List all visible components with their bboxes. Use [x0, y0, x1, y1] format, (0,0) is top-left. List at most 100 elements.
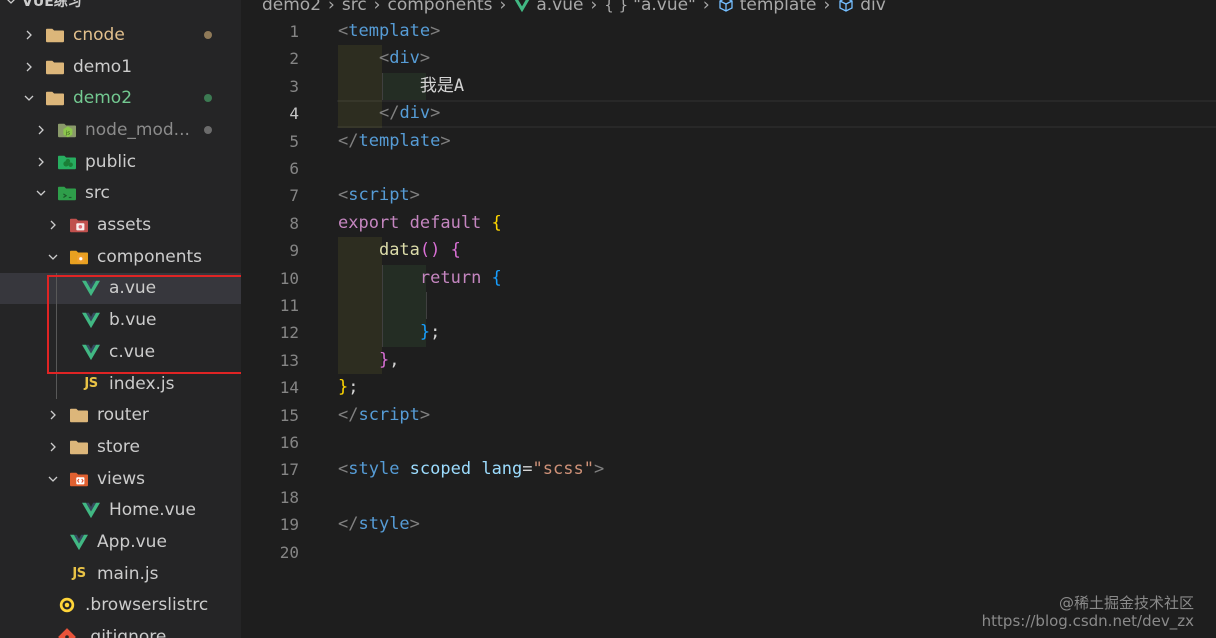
chevron-right-icon[interactable] — [46, 218, 60, 232]
code-token: script — [348, 185, 410, 206]
code-token: } — [378, 349, 390, 370]
breadcrumb-item[interactable]: a.vue — [513, 0, 583, 15]
git-status-dot — [204, 31, 212, 39]
tree-item[interactable]: public — [0, 146, 241, 178]
components-folder-icon — [68, 247, 90, 267]
js-file-icon: JS — [84, 376, 98, 392]
views-folder-icon — [68, 469, 90, 489]
code-token: 我是A — [338, 75, 465, 96]
code-line[interactable]: </template> — [338, 128, 451, 155]
code-line[interactable]: </script> — [338, 402, 430, 429]
breadcrumb-item[interactable]: div — [837, 0, 886, 15]
code-line[interactable]: 我是A — [338, 73, 464, 100]
code-line[interactable]: }; — [338, 374, 359, 401]
code-line[interactable]: </style> — [338, 511, 420, 538]
line-number: 9 — [289, 241, 299, 261]
code-token: > — [440, 130, 451, 151]
chevron-right-icon: › — [702, 0, 710, 15]
tree-item[interactable]: App.vue — [0, 526, 241, 558]
chevron-right-icon: › — [499, 0, 507, 15]
tree-item[interactable]: src — [0, 178, 241, 210]
breadcrumb-item[interactable]: src — [342, 0, 367, 15]
line-number: 11 — [279, 296, 299, 315]
chevron-down-icon[interactable] — [46, 472, 60, 486]
tree-item-label: App.vue — [97, 532, 167, 553]
annotation-highlight-box — [47, 275, 241, 374]
breadcrumb-item[interactable]: template — [717, 0, 816, 15]
line-number: 18 — [279, 487, 299, 507]
assets-folder-icon — [68, 215, 90, 235]
code-line[interactable]: <style scoped lang="scss"> — [338, 456, 604, 483]
git-file-icon — [56, 627, 78, 638]
cube-icon — [717, 0, 735, 14]
tree-item[interactable]: demo2 — [0, 82, 241, 114]
code-token: } — [338, 377, 349, 398]
code-token: lang — [481, 459, 523, 480]
code-token: </ — [338, 130, 359, 151]
chevron-down-icon[interactable] — [22, 91, 36, 105]
tree-item[interactable]: cnode — [0, 19, 241, 51]
chevron-right-icon[interactable] — [46, 408, 60, 422]
tree-item[interactable]: Home.vue — [0, 495, 241, 527]
tree-item[interactable]: .browserslistrc — [0, 590, 241, 622]
breadcrumb-item-label: a.vue — [536, 0, 584, 15]
code-token: div — [399, 103, 431, 124]
code-editor[interactable]: 1 2 3 4 5 6 7 8 9 10 11 12 13 14 15 16 17 18 19 20 <templat… — [241, 18, 1216, 638]
code-line[interactable]: export default { — [338, 210, 502, 237]
tree-item[interactable]: demo1 — [0, 51, 241, 83]
code-token: </ — [338, 514, 359, 535]
code-line[interactable]: return { — [338, 265, 502, 292]
cube-icon — [837, 0, 855, 14]
code-line[interactable]: }; — [338, 319, 441, 346]
tree-item[interactable]: js node_mod... — [0, 114, 241, 146]
line-number: 17 — [279, 460, 299, 480]
line-number: 14 — [279, 378, 299, 398]
code-line[interactable]: <div> — [338, 45, 430, 72]
code-line[interactable]: data() { — [338, 237, 461, 264]
breadcrumb-item[interactable]: components — [387, 0, 492, 15]
line-number: 20 — [279, 542, 299, 562]
chevron-down-icon[interactable] — [46, 250, 60, 264]
chevron-right-icon[interactable] — [34, 155, 48, 169]
src-folder-icon — [56, 183, 78, 203]
chevron-right-icon[interactable] — [22, 28, 36, 42]
tree-item[interactable]: .gitignore — [0, 621, 241, 638]
code-token: export default — [338, 212, 492, 233]
code-token: > — [593, 459, 605, 480]
tree-item[interactable]: assets — [0, 209, 241, 241]
code-line[interactable]: <script> — [338, 182, 420, 209]
breadcrumb-item[interactable]: demo2 — [262, 0, 321, 15]
line-number: 7 — [289, 186, 299, 206]
code-token: style — [358, 514, 410, 535]
code-token: < — [338, 21, 349, 41]
code-token: < — [338, 459, 349, 480]
tree-item[interactable]: components — [0, 241, 241, 273]
vue-icon — [513, 0, 531, 13]
tree-item[interactable]: views — [0, 463, 241, 495]
code-line[interactable]: }, — [338, 347, 400, 374]
explorer-root-row[interactable]: VUE练习 — [0, 0, 82, 12]
chevron-right-icon[interactable] — [46, 440, 60, 454]
js-file-icon: JS — [72, 566, 86, 582]
chevron-right-icon[interactable] — [22, 60, 36, 74]
breadcrumb: demo2 › src › components › a.vue › { } "a.vue" › te… — [262, 0, 886, 16]
line-number: 10 — [279, 268, 299, 288]
chevron-down-icon[interactable] — [34, 186, 48, 200]
code-line[interactable]: <template> — [338, 18, 440, 45]
tree-item[interactable]: store — [0, 431, 241, 463]
folder-icon — [68, 437, 90, 457]
code-line[interactable]: </div> — [338, 100, 440, 127]
tree-item[interactable]: router — [0, 399, 241, 431]
line-number: 2 — [289, 49, 299, 69]
tree-item-label: .gitignore — [85, 627, 167, 638]
tree-item[interactable]: JS main.js — [0, 558, 241, 590]
chevron-right-icon[interactable] — [34, 123, 48, 137]
git-status-dot — [204, 94, 212, 103]
breadcrumb-item[interactable]: { } "a.vue" — [604, 0, 696, 15]
tree-item-label: Home.vue — [109, 500, 196, 521]
line-number: 5 — [289, 131, 299, 151]
chevron-right-icon: › — [823, 0, 831, 15]
code-token: > — [419, 48, 431, 69]
